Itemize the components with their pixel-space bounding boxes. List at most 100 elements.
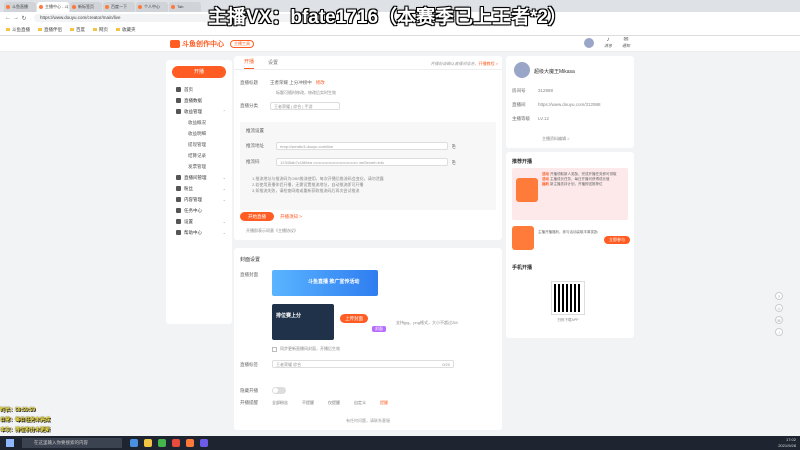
sync-cover-text: 同步更新直播间封面，开播后生效 [280,346,340,351]
tab-settings[interactable]: 设置 [268,59,278,69]
tool-icon[interactable]: ☏ [775,316,783,324]
server-field[interactable]: rtmp://sendtc3.douyu.com/live [276,142,448,150]
room-title-value[interactable]: 王者荣耀 上分冲榜中 [270,80,312,86]
content-icon [176,197,181,202]
message-icon[interactable]: ♪ 消息 [604,37,612,48]
sidebar-subitem[interactable]: 提现管理 [166,139,232,150]
profile-row: 主播等级 LV.12 [512,116,549,122]
sidebar-item-help[interactable]: 帮助中心 ⌄ [166,227,232,238]
copy-icon[interactable]: ⎘ [452,160,456,165]
category-select[interactable]: 王者荣耀 | 综合 | 手游 [270,102,340,110]
sidebar-subitem[interactable]: 收益明细 [166,128,232,139]
forward-icon[interactable]: → [12,15,20,21]
promo-button[interactable]: 立即参与 [604,236,630,244]
live-settings-card: 开播 设置 开播前请确认直播间信息，开播教程 > 直播标题 王者荣耀 上分冲榜中… [234,56,502,240]
recommend-tag: 活动 [542,177,549,181]
bookmark[interactable]: 直播伴侣 [38,27,62,33]
sidebar-subitem[interactable]: 收益概况 [166,117,232,128]
go-live-button[interactable]: 开播 [172,66,226,78]
taskbar-search[interactable]: 在这里输入你要搜索的内容 [22,438,122,448]
remind-option[interactable]: 不提醒 [302,400,314,406]
app-icon[interactable] [186,439,194,447]
sidebar-item-tasks[interactable]: 任务中心 [166,205,232,216]
bookmark[interactable]: 收藏夹 [116,27,136,33]
back-icon[interactable]: ← [4,15,12,21]
tab-live[interactable]: 开播 [244,58,255,69]
reload-icon[interactable]: ↻ [20,15,28,22]
mascot-icon [516,178,538,202]
tool-icon[interactable]: ? [775,292,783,300]
browser-tab[interactable]: Tab [169,2,201,12]
recommend-banner[interactable]: 活动 开播领取新人奖励，完成开播任务即可领取 活动 主播成长任务，每日开播可获得… [512,168,628,220]
bottom-help[interactable]: 有任何问题，请联系客服 [234,418,502,424]
profile-name: 超级大魔王Mikasa [534,69,575,75]
tool-icon[interactable]: ☺ [775,304,783,312]
sync-cover-checkbox[interactable] [272,346,277,352]
sidebar-subitem[interactable]: 发票管理 [166,161,232,172]
sidebar-item-fans[interactable]: 粉丝 ⌄ [166,183,232,194]
system-clock[interactable]: 17:02 2021/9/28 [778,437,796,449]
bookmark[interactable]: 百度 [70,27,85,33]
avatar[interactable] [584,38,594,48]
remind-option[interactable]: 自定义 [354,400,366,406]
copy-icon[interactable]: ⎘ [452,144,456,149]
tag-input[interactable]: 王者荣耀 综合 0/20 [272,360,454,368]
tutorial-link[interactable]: 开播教程 > [479,61,498,66]
task-icon [176,208,181,213]
profile-value[interactable]: https://www.douyu.com/312988 [538,102,601,108]
windows-icon[interactable] [6,439,14,447]
server-row: 推流地址 rtmp://sendtc3.douyu.com/live ⎘ [246,142,456,150]
upload-cover-button[interactable]: 上传封面 [340,314,368,323]
browser-tab[interactable]: 百度一下 [103,2,135,12]
notification-icon[interactable]: ✉ 通知 [622,37,630,48]
app-icon[interactable] [144,439,152,447]
app-icon[interactable] [158,439,166,447]
app-icon[interactable] [172,439,180,447]
sidebar-subitem[interactable]: 结算记录 [166,150,232,161]
remind-option[interactable]: 仅提醒 [328,400,340,406]
mobile-live-title: 手机开播 [512,265,533,271]
cover-settings-card: 封面设置 直播封面 斗鱼直播 推广宣传活动 排位赛上分 上传封面 封面 支持jp… [234,248,502,430]
header-right: ♪ 消息 ✉ 通知 [584,37,630,48]
sidebar-item-settings[interactable]: 设置 ⌄ [166,216,232,227]
recommend-card: 推荐开播 活动 开播领取新人奖励，完成开播任务即可领取 活动 主播成长任务，每日… [506,152,634,338]
thumbnail-text: 排位赛上分 [276,313,302,319]
message-label: 消息 [604,43,612,48]
bookmark[interactable]: 网页 [93,27,108,33]
app-icon[interactable] [200,439,208,447]
browser-tab[interactable]: 个人中心 [136,2,168,12]
browser-tab[interactable]: 斗鱼直播 [4,2,36,12]
start-live-button[interactable]: 开始直播 [240,212,274,221]
sidebar-item-home[interactable]: 首页 [166,84,232,95]
sidebar-item-content[interactable]: 内容管理 ⌄ [166,194,232,205]
live-rules-link[interactable]: 开播须知 > [280,214,302,220]
promo-text: 主播开播福利，参与活动赢取丰厚奖励 [538,230,598,234]
agreement-text[interactable]: 开播即表示同意《主播协议》 [246,228,298,234]
remind-option[interactable]: 提醒 [380,400,388,406]
room-title-edit[interactable]: 修改 [316,80,325,86]
hide-live-toggle[interactable] [272,387,286,394]
bookmark[interactable]: 斗鱼直播 [6,27,30,33]
remind-option[interactable]: 全部粉丝 [272,400,288,406]
remind-options: 全部粉丝 不提醒 仅提醒 自定义 提醒 [272,400,388,406]
browser-tab-active[interactable]: 主播中心 - 斗鱼 [37,2,69,12]
key-field[interactable]: 12345ab7c1f86ea ••••••••••••••••••••••••… [276,158,448,166]
banner-text: 斗鱼直播 推广宣传活动 [308,279,360,285]
sidebar-item-data[interactable]: 直播数据 [166,95,232,106]
notification-label: 通知 [622,43,630,48]
panel-title: 推流设置 [246,128,264,133]
profile-avatar[interactable] [514,62,530,78]
cover-thumbnail[interactable]: 排位赛上分 [272,304,334,340]
site-logo[interactable]: 斗鱼创作中心 主播工具 [170,39,254,49]
profile-edit-link[interactable]: 主播资料编辑 > [542,136,569,142]
chevron-down-icon: ⌄ [222,219,226,224]
sidebar-item-income[interactable]: 收益管理 ⌃ [166,106,232,117]
sidebar-item-label: 收益管理 [184,108,202,114]
profile-value: 312988 [538,88,554,93]
browser-tab[interactable]: 新标签页 [70,2,102,12]
sidebar-item-room[interactable]: 直播间管理 ⌄ [166,172,232,183]
tool-icon[interactable]: ↑ [775,328,783,336]
app-icon[interactable] [130,439,138,447]
tag-input-count: 0/20 [442,362,450,367]
logo-pill[interactable]: 主播工具 [230,40,254,48]
